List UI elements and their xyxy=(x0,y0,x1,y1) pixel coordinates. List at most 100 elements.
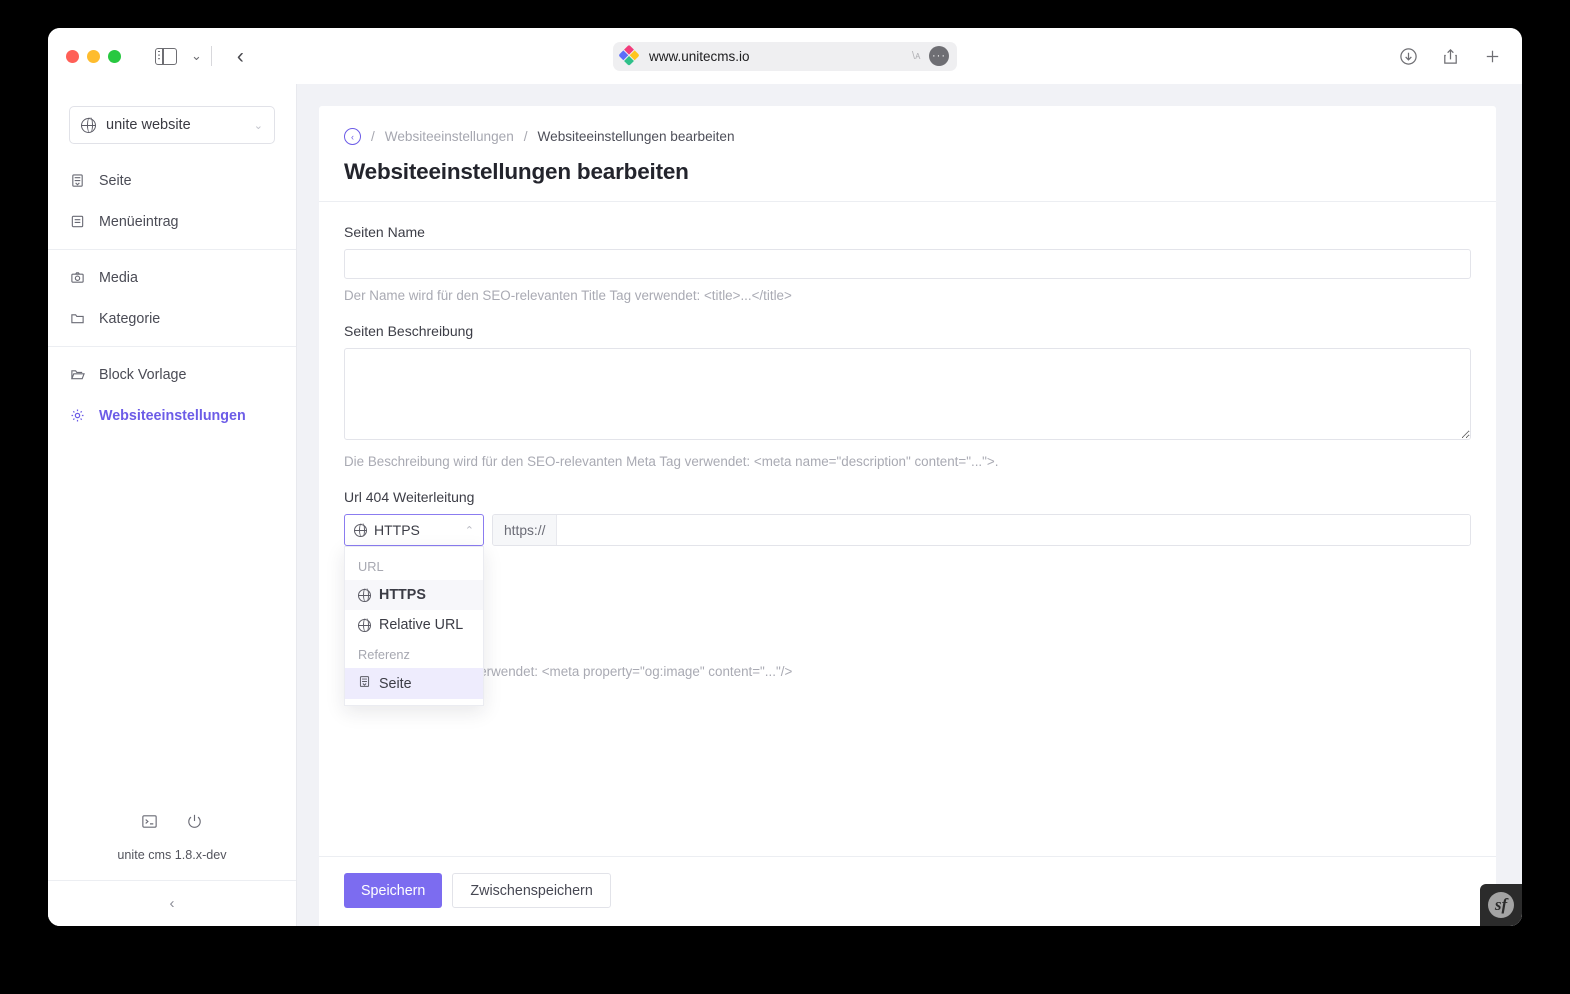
maximize-window-button[interactable] xyxy=(108,49,121,63)
field-label: Url 404 Weiterleitung xyxy=(344,489,475,505)
browser-toolbar: ⌄ ‹ www.unitecms.io ᴀ/ ··· xyxy=(48,28,1522,84)
breadcrumb: ‹ / Websiteeinstellungen / Websiteeinste… xyxy=(344,128,1471,145)
symfony-logo-icon: sf xyxy=(1488,892,1514,918)
save-button[interactable]: Speichern xyxy=(344,873,443,908)
dropdown-group-label: URL xyxy=(358,559,384,574)
page-title: Websiteeinstellungen bearbeiten xyxy=(344,159,689,184)
terminal-icon[interactable] xyxy=(140,812,159,836)
sidebar-footer-actions xyxy=(48,812,296,836)
sidebar-collapse-button[interactable]: ‹ xyxy=(48,880,296,926)
reader-mode-icon[interactable]: ᴀ/ xyxy=(912,50,921,62)
sidebar-item-seite[interactable]: Seite xyxy=(48,160,296,201)
field-label: Seiten Name xyxy=(344,224,425,240)
breadcrumb-parent[interactable]: Websiteeinstellungen xyxy=(385,129,514,144)
panel-header: ‹ / Websiteeinstellungen / Websiteeinste… xyxy=(319,106,1496,202)
camera-icon xyxy=(69,269,86,286)
share-icon[interactable] xyxy=(1440,46,1460,66)
back-chevron-icon[interactable]: ‹ xyxy=(237,46,244,67)
sidebar-toggle-group: ⌄ xyxy=(155,47,202,65)
sidebar-item-kategorie[interactable]: Kategorie xyxy=(48,298,296,339)
globe-icon xyxy=(357,588,372,602)
folder-open-icon xyxy=(69,366,86,383)
url-type-dropdown-menu: URL HTTPS Relative URL Referenz Seite xyxy=(344,546,484,706)
sidebar-item-label: Block Vorlage xyxy=(99,366,187,383)
content-panel: ‹ / Websiteeinstellungen / Websiteeinste… xyxy=(319,106,1496,926)
breadcrumb-separator: / xyxy=(371,129,375,144)
close-window-button[interactable] xyxy=(66,49,79,63)
globe-icon xyxy=(357,618,372,632)
address-bar-actions: ᴀ/ ··· xyxy=(912,46,949,66)
new-tab-icon[interactable] xyxy=(1482,46,1502,66)
main-content: ‹ / Websiteeinstellungen / Websiteeinste… xyxy=(297,84,1522,926)
sidebar-item-label: Seite xyxy=(99,172,132,189)
image-field-help: -relevante Meta Tags verwendet: <meta pr… xyxy=(344,664,793,679)
app-version: unite cms 1.8.x-dev xyxy=(117,848,227,862)
field-seiten-beschreibung: Seiten Beschreibung Die Beschreibung wir… xyxy=(344,323,1471,469)
url-prefix-label: https:// xyxy=(493,515,558,545)
url-type-select[interactable]: HTTPS ⌃ xyxy=(344,514,484,546)
chevron-down-icon: ⌄ xyxy=(253,119,263,132)
sidebar-separator xyxy=(48,346,296,347)
menu-entry-icon xyxy=(69,213,86,230)
folder-icon xyxy=(69,310,86,327)
sidebar-item-media[interactable]: Media xyxy=(48,257,296,298)
sidebar-footer: unite cms 1.8.x-dev ‹ xyxy=(48,812,296,926)
field-url-404-weiterleitung: Url 404 Weiterleitung HTTPS ⌃ https:// U… xyxy=(344,489,1471,706)
toolbar-divider xyxy=(210,46,212,66)
dropdown-option-https[interactable]: HTTPS xyxy=(345,580,483,610)
sidebar-separator xyxy=(48,249,296,250)
page-menu-icon[interactable]: ··· xyxy=(929,46,949,66)
seiten-beschreibung-textarea[interactable] xyxy=(344,348,1471,440)
settings-form: Seiten Name Der Name wird für den SEO-re… xyxy=(319,202,1496,706)
back-circle-icon[interactable]: ‹ xyxy=(344,128,361,145)
address-bar-url: www.unitecms.io xyxy=(649,48,750,64)
dropdown-option-label: HTTPS xyxy=(379,587,426,603)
browser-window: ⌄ ‹ www.unitecms.io ᴀ/ ··· unite website… xyxy=(48,28,1522,926)
globe-icon xyxy=(80,117,97,133)
sidebar-item-label: Websiteeinstellungen xyxy=(99,407,246,424)
url-type-value: HTTPS xyxy=(374,522,420,538)
sidebar-item-block-vorlage[interactable]: Block Vorlage xyxy=(48,354,296,395)
url-field: https:// xyxy=(492,514,1471,546)
power-icon[interactable] xyxy=(185,812,204,836)
sidebar-item-label: Media xyxy=(99,269,138,286)
sidebar-item-menueintrag[interactable]: Menüeintrag xyxy=(48,201,296,242)
gear-icon xyxy=(69,407,86,424)
sidebar-item-label: Kategorie xyxy=(99,310,161,327)
dropdown-option-relative-url[interactable]: Relative URL xyxy=(345,610,483,640)
symfony-profiler-badge[interactable]: sf xyxy=(1480,884,1522,926)
sidebar-item-label: Menüeintrag xyxy=(99,213,179,230)
dropdown-option-label: Seite xyxy=(379,675,412,692)
site-selector-label: unite website xyxy=(106,117,191,133)
site-favicon-icon xyxy=(618,44,641,68)
page-icon xyxy=(358,675,371,692)
chevron-up-icon: ⌃ xyxy=(464,524,474,537)
breadcrumb-separator: / xyxy=(523,129,528,144)
url-input-row: HTTPS ⌃ https:// URL HTTPS Relative URL … xyxy=(344,514,1471,706)
dropdown-group-label: Referenz xyxy=(358,647,410,662)
field-label: Seiten Beschreibung xyxy=(344,323,474,339)
sidebar-nav: Seite Menüeintrag Media Kategorie Block … xyxy=(48,158,296,436)
chevron-left-icon: ‹ xyxy=(169,895,175,912)
download-icon[interactable] xyxy=(1398,46,1418,66)
app-root: unite website ⌄ Seite Menüeintrag Media … xyxy=(48,84,1522,926)
chevron-down-icon[interactable]: ⌄ xyxy=(191,48,202,64)
draft-save-button[interactable]: Zwischenspeichern xyxy=(452,873,611,908)
seiten-name-input[interactable] xyxy=(344,249,1471,279)
field-help: Die Beschreibung wird für den SEO-releva… xyxy=(344,454,999,469)
site-selector[interactable]: unite website ⌄ xyxy=(69,106,275,144)
field-help: Der Name wird für den SEO-relevanten Tit… xyxy=(344,288,792,303)
globe-icon xyxy=(353,523,368,537)
minimize-window-button[interactable] xyxy=(87,49,100,63)
breadcrumb-current: Websiteeinstellungen bearbeiten xyxy=(537,129,735,144)
sidebar-toggle-icon[interactable] xyxy=(155,47,177,65)
dropdown-option-label: Relative URL xyxy=(379,617,464,633)
address-bar[interactable]: www.unitecms.io ᴀ/ ··· xyxy=(613,41,957,71)
sidebar-item-websiteeinstellungen[interactable]: Websiteeinstellungen xyxy=(48,395,296,436)
window-controls xyxy=(66,49,121,63)
sidebar: unite website ⌄ Seite Menüeintrag Media … xyxy=(48,84,297,926)
field-seiten-name: Seiten Name Der Name wird für den SEO-re… xyxy=(344,224,1471,303)
url-404-input[interactable] xyxy=(557,515,1470,545)
page-icon xyxy=(69,172,86,189)
dropdown-option-seite[interactable]: Seite xyxy=(345,668,483,699)
